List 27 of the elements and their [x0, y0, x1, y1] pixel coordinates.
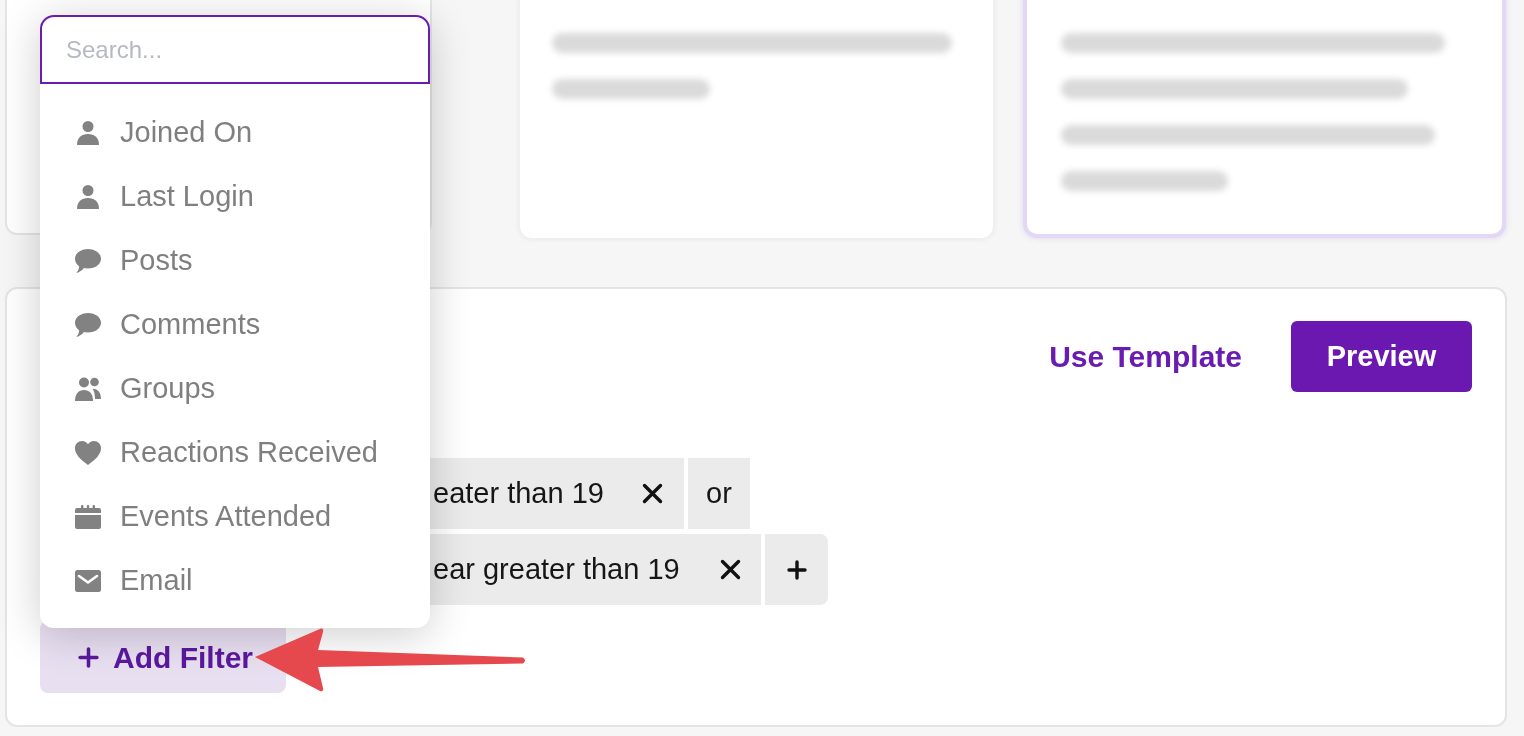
close-icon[interactable] — [642, 483, 663, 504]
calendar-icon — [75, 505, 101, 529]
speech-bubble-icon — [75, 313, 101, 337]
person-icon — [77, 185, 99, 209]
heart-icon — [75, 441, 101, 465]
menu-item[interactable]: Reactions Received — [40, 421, 378, 485]
mail-icon — [75, 570, 101, 592]
filter-condition: eater than 19 — [433, 475, 604, 511]
menu-item[interactable]: Joined On — [40, 101, 253, 165]
person-icon — [77, 121, 99, 145]
close-icon[interactable] — [720, 559, 741, 580]
operator-toggle[interactable]: or — [688, 458, 750, 529]
menu-item[interactable]: Groups — [40, 357, 216, 421]
add-condition-button[interactable] — [765, 534, 828, 605]
menu-item[interactable]: Posts — [40, 229, 193, 293]
filter-condition: ear greater than 19 — [433, 551, 680, 587]
menu-item[interactable]: Events Attended — [40, 485, 332, 549]
menu-item[interactable]: Email — [40, 549, 193, 613]
preview-button[interactable]: Preview — [1291, 321, 1472, 392]
search-field[interactable]: Search... — [40, 15, 430, 84]
plus-icon — [78, 646, 99, 668]
menu-item[interactable]: Last Login — [40, 165, 254, 229]
people-icon — [75, 377, 101, 401]
use-template-link[interactable]: Use Template — [1049, 334, 1242, 379]
speech-bubble-icon — [75, 249, 101, 273]
menu-item[interactable]: Comments — [40, 293, 261, 357]
plus-icon — [786, 559, 807, 580]
